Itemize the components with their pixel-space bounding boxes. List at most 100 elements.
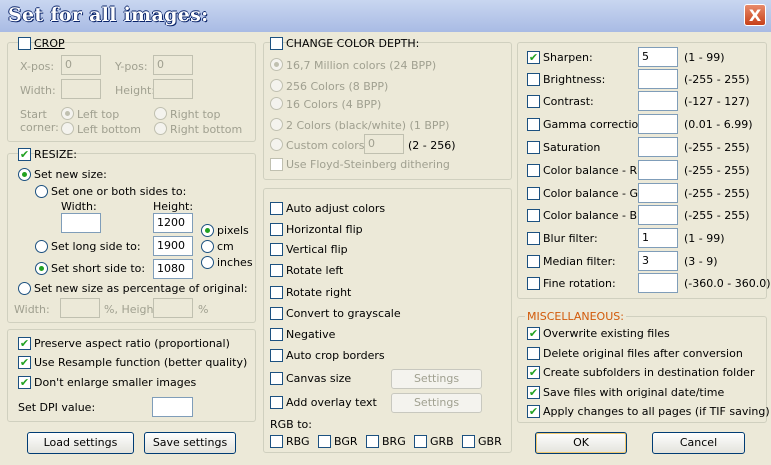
dpi-input[interactable] bbox=[152, 397, 193, 417]
fine-rotation-input[interactable] bbox=[638, 273, 678, 293]
save-files-with-original-date-time-label: Save files with original date/time bbox=[543, 386, 725, 399]
color-balance-r-checkbox[interactable] bbox=[527, 164, 540, 177]
saturation-checkbox[interactable] bbox=[527, 141, 540, 154]
color-balance-g-input[interactable] bbox=[638, 183, 678, 203]
one-or-both-radio[interactable] bbox=[35, 185, 48, 198]
title-bar[interactable]: Set for all images: X bbox=[0, 0, 771, 32]
rgb-grb-checkbox[interactable] bbox=[414, 435, 427, 448]
crop-checkbox[interactable] bbox=[18, 37, 31, 50]
auto-adjust-label: Auto adjust colors bbox=[286, 202, 386, 215]
long-side-input[interactable]: 1900 bbox=[153, 236, 193, 256]
resize-width-input[interactable] bbox=[61, 213, 101, 233]
contrast-checkbox[interactable] bbox=[527, 95, 540, 108]
crop-height-input[interactable] bbox=[153, 79, 193, 99]
median-filter-label: Median filter: bbox=[543, 255, 616, 268]
gamma-correction-checkbox[interactable] bbox=[527, 118, 540, 131]
rgb-bgr-checkbox[interactable] bbox=[318, 435, 331, 448]
rotate-left-checkbox[interactable] bbox=[270, 264, 283, 277]
color-depth-checkbox[interactable] bbox=[270, 37, 283, 50]
save-settings-button[interactable]: Save settings bbox=[144, 432, 236, 454]
sharpen-input[interactable]: 5 bbox=[638, 47, 678, 67]
short-side-radio[interactable] bbox=[35, 262, 48, 275]
depth-custom-radio[interactable] bbox=[270, 138, 283, 151]
percentage-radio[interactable] bbox=[18, 282, 31, 295]
color-balance-b-checkbox[interactable] bbox=[527, 209, 540, 222]
save-files-with-original-date-time-checkbox[interactable]: ✔ bbox=[527, 386, 540, 399]
brightness-checkbox[interactable] bbox=[527, 73, 540, 86]
depth-custom-label: Custom colors: bbox=[286, 139, 369, 152]
rgb-gbr-checkbox[interactable] bbox=[462, 435, 475, 448]
contrast-input[interactable] bbox=[638, 91, 678, 111]
rgb-brg-checkbox[interactable] bbox=[366, 435, 379, 448]
delete-original-files-after-conversion-label: Delete original files after conversion bbox=[543, 347, 743, 360]
sharpen-checkbox[interactable]: ✔ bbox=[527, 51, 540, 64]
resample-checkbox[interactable]: ✔ bbox=[18, 356, 31, 369]
brightness-label: Brightness: bbox=[543, 73, 606, 86]
auto-crop-checkbox[interactable] bbox=[270, 349, 283, 362]
crop-width-input[interactable] bbox=[61, 79, 101, 99]
auto-adjust-checkbox[interactable] bbox=[270, 202, 283, 215]
create-subfolders-in-destination-folder-checkbox[interactable]: ✔ bbox=[527, 366, 540, 379]
pct-height-input[interactable] bbox=[153, 298, 193, 318]
short-side-input[interactable]: 1080 bbox=[153, 259, 193, 279]
vertical-flip-checkbox[interactable] bbox=[270, 243, 283, 256]
close-button[interactable]: X bbox=[744, 4, 766, 26]
corner-left-bottom-radio[interactable] bbox=[61, 122, 74, 135]
overlay-settings-button[interactable]: Settings bbox=[391, 393, 482, 413]
set-new-size-radio[interactable] bbox=[18, 168, 31, 181]
overwrite-existing-files-checkbox[interactable]: ✔ bbox=[527, 327, 540, 340]
horizontal-flip-checkbox[interactable] bbox=[270, 223, 283, 236]
saturation-input[interactable] bbox=[638, 137, 678, 157]
custom-colors-range: (2 - 256) bbox=[408, 139, 456, 152]
median-filter-checkbox[interactable] bbox=[527, 255, 540, 268]
corner-right-bottom-radio[interactable] bbox=[154, 122, 167, 135]
color-balance-b-input[interactable] bbox=[638, 205, 678, 225]
gamma-correction-input[interactable] bbox=[638, 114, 678, 134]
rgb-rbg-checkbox[interactable] bbox=[270, 435, 283, 448]
load-settings-button[interactable]: Load settings bbox=[27, 432, 134, 454]
start-corner-label-2: corner: bbox=[20, 121, 59, 134]
depth-4bpp-radio[interactable] bbox=[270, 97, 283, 110]
corner-left-top-radio[interactable] bbox=[61, 107, 74, 120]
unit-inches-radio[interactable] bbox=[201, 256, 214, 269]
custom-colors-input[interactable]: 0 bbox=[364, 134, 404, 154]
depth-1bpp-radio[interactable] bbox=[270, 118, 283, 131]
dithering-checkbox[interactable] bbox=[270, 158, 283, 171]
long-side-radio[interactable] bbox=[35, 240, 48, 253]
apply-changes-to-all-pages-if-tif-saving-checkbox[interactable]: ✔ bbox=[527, 405, 540, 418]
corner-right-top-radio[interactable] bbox=[154, 107, 167, 120]
brightness-input[interactable] bbox=[638, 69, 678, 89]
resample-label: Use Resample function (better quality) bbox=[34, 356, 248, 369]
crop-ypos-input[interactable]: 0 bbox=[153, 55, 193, 75]
median-filter-input[interactable]: 3 bbox=[638, 251, 678, 271]
fine-rotation-range: (-360.0 - 360.0) bbox=[684, 277, 771, 290]
overlay-text-checkbox[interactable] bbox=[270, 396, 283, 409]
unit-cm-radio[interactable] bbox=[201, 240, 214, 253]
crop-xpos-input[interactable]: 0 bbox=[61, 55, 101, 75]
color-balance-b-label: Color balance - B: bbox=[543, 209, 641, 222]
blur-filter-checkbox[interactable] bbox=[527, 232, 540, 245]
ok-button[interactable]: OK bbox=[535, 432, 627, 454]
preserve-aspect-checkbox[interactable]: ✔ bbox=[18, 337, 31, 350]
pct-width-input[interactable] bbox=[60, 298, 100, 318]
resize-height-input[interactable]: 1200 bbox=[153, 213, 193, 233]
color-balance-r-input[interactable] bbox=[638, 160, 678, 180]
canvas-settings-button[interactable]: Settings bbox=[391, 369, 482, 389]
canvas-size-checkbox[interactable] bbox=[270, 372, 283, 385]
dont-enlarge-checkbox[interactable]: ✔ bbox=[18, 376, 31, 389]
color-balance-g-checkbox[interactable] bbox=[527, 187, 540, 200]
fine-rotation-checkbox[interactable] bbox=[527, 277, 540, 290]
cancel-button[interactable]: Cancel bbox=[652, 432, 745, 454]
delete-original-files-after-conversion-checkbox[interactable] bbox=[527, 347, 540, 360]
depth-24bpp-radio[interactable] bbox=[270, 58, 283, 71]
rotate-right-checkbox[interactable] bbox=[270, 286, 283, 299]
negative-checkbox[interactable] bbox=[270, 328, 283, 341]
preserve-aspect-label: Preserve aspect ratio (proportional) bbox=[34, 337, 230, 350]
blur-filter-range: (1 - 99) bbox=[684, 232, 725, 245]
blur-filter-input[interactable]: 1 bbox=[638, 228, 678, 248]
unit-pixels-radio[interactable] bbox=[201, 224, 214, 237]
grayscale-checkbox[interactable] bbox=[270, 307, 283, 320]
dpi-label: Set DPI value: bbox=[18, 401, 96, 414]
resize-checkbox[interactable]: ✔ bbox=[18, 148, 31, 161]
depth-8bpp-radio[interactable] bbox=[270, 79, 283, 92]
